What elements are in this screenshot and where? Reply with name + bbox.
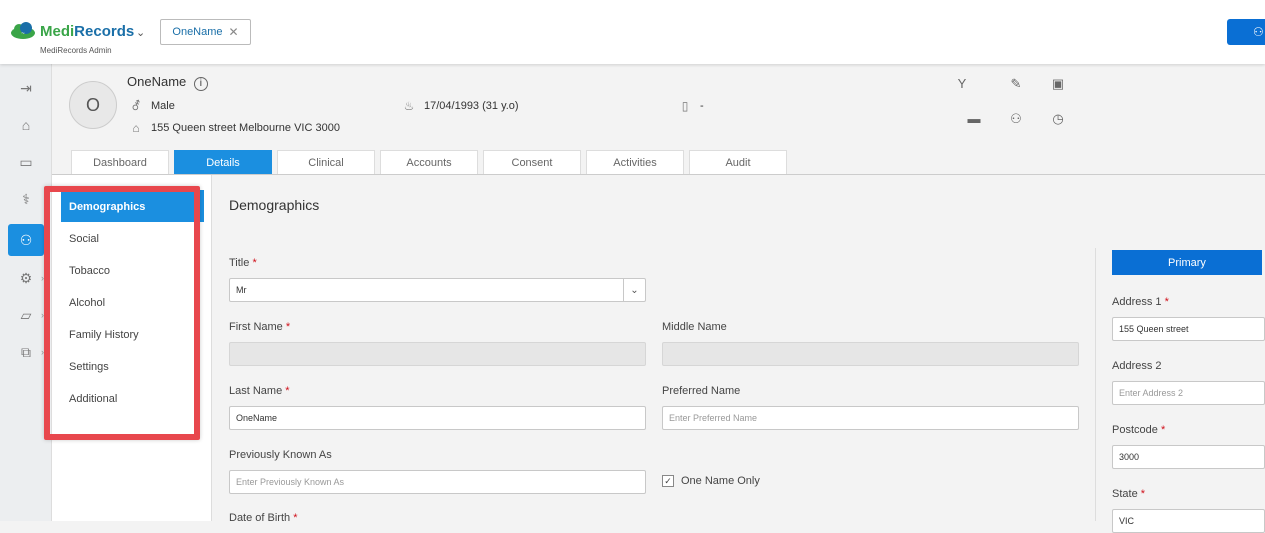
address2-field[interactable]: Enter Address 2 — [1112, 381, 1265, 405]
middle-name-field[interactable] — [662, 342, 1079, 366]
previously-known-field[interactable]: Enter Previously Known As — [229, 470, 646, 494]
tab-accounts[interactable]: Accounts — [380, 150, 478, 174]
home-icon: ⌂ — [132, 121, 140, 135]
one-name-only-label: One Name Only — [681, 475, 760, 487]
first-name-field[interactable] — [229, 342, 646, 366]
address1-label: Address 1 * — [1112, 296, 1169, 308]
appointment-icon[interactable]: ◷ — [1048, 111, 1068, 131]
patient-address: 155 Queen street Melbourne VIC 3000 — [151, 122, 340, 134]
last-name-field[interactable]: OneName — [229, 406, 646, 430]
brand-name-part1: Medi — [40, 22, 75, 40]
middle-name-label: Middle Name — [662, 321, 727, 333]
tab-dashboard[interactable]: Dashboard — [71, 150, 169, 174]
address-row: ⌂ 155 Queen street Melbourne VIC 3000 — [129, 121, 340, 135]
postcode-label-text: Postcode — [1112, 424, 1158, 436]
stethoscope-icon[interactable]: ⚕ — [8, 183, 44, 215]
section-title: Demographics — [229, 197, 320, 213]
required-mark: * — [1140, 488, 1146, 500]
folder-tree-icon[interactable]: ⧉ › — [8, 336, 44, 368]
patient-name: OneName — [127, 74, 187, 89]
brand-name: MediRecords — [40, 23, 134, 40]
contacts-icon[interactable]: ⚇ — [1006, 111, 1026, 131]
patient-gender: Male — [151, 100, 175, 112]
tab-details[interactable]: Details — [174, 150, 272, 174]
last-name-label: Last Name * — [229, 385, 290, 397]
modules-icon[interactable]: ⚙ › — [8, 262, 44, 294]
required-mark: * — [1160, 424, 1166, 436]
home-icon[interactable]: ⌂ — [8, 109, 44, 141]
expand-menu-icon[interactable]: ⇥ — [8, 72, 44, 104]
state-field[interactable]: VIC — [1112, 509, 1265, 533]
one-name-only-checkbox[interactable]: ✓ — [662, 475, 674, 487]
last-name-label-text: Last Name — [229, 385, 283, 397]
required-mark: * — [252, 257, 257, 269]
title-select[interactable]: Mr ⌄ — [229, 278, 646, 302]
cloud-logo-icon: ~ — [11, 22, 35, 39]
brand-subtitle: MediRecords Admin — [40, 46, 112, 55]
address2-label: Address 2 — [1112, 360, 1162, 372]
top-bar: ~ MediRecords ⌄ MediRecords Admin OneNam… — [0, 0, 1265, 64]
first-name-label: First Name * — [229, 321, 290, 333]
preferred-name-field[interactable]: Enter Preferred Name — [662, 406, 1079, 430]
tab-primary-address[interactable]: Primary — [1112, 250, 1262, 275]
close-icon[interactable]: ✕ — [229, 25, 239, 39]
avatar: O — [69, 81, 117, 129]
title-label-text: Title — [229, 257, 250, 269]
open-record-tab-label: OneName — [172, 26, 223, 38]
required-mark: * — [285, 385, 290, 397]
user-icon: ⚇ — [1253, 25, 1264, 39]
required-mark: * — [285, 321, 291, 333]
patient-dob: 17/04/1993 (31 y.o) — [424, 100, 519, 112]
tab-activities[interactable]: Activities — [586, 150, 684, 174]
birthday-cake-icon: ♨ — [403, 99, 415, 113]
dob-row: ♨ 17/04/1993 (31 y.o) — [402, 99, 519, 113]
gender-icon: ⚦ — [130, 99, 142, 113]
state-label: State * — [1112, 488, 1145, 500]
chevron-down-icon[interactable]: ⌄ — [623, 279, 645, 301]
folder-icon[interactable]: ▱ › — [8, 299, 44, 331]
cocktail-icon[interactable]: Y — [952, 76, 972, 96]
open-record-tab[interactable]: OneName ✕ — [160, 19, 251, 45]
tab-clinical[interactable]: Clinical — [277, 150, 375, 174]
brand-logo[interactable]: ~ MediRecords — [10, 22, 134, 40]
patients-icon[interactable]: ⚇ — [8, 224, 44, 256]
title-label: Title * — [229, 257, 257, 269]
tab-consent[interactable]: Consent — [483, 150, 581, 174]
svg-text:~: ~ — [21, 31, 25, 37]
address1-label-text: Address 1 — [1112, 296, 1162, 308]
dob-label: Date of Birth * — [229, 512, 297, 524]
brand-name-part2: Records — [74, 22, 135, 40]
user-menu-button[interactable]: ⚇ — [1227, 19, 1265, 45]
mobile-phone-icon: ▯ — [681, 99, 689, 113]
patient-name-row: OneName i — [127, 74, 208, 91]
preferred-name-label: Preferred Name — [662, 385, 741, 397]
required-mark: * — [1164, 296, 1169, 308]
first-name-label-text: First Name — [229, 321, 283, 333]
highlight-box — [44, 186, 200, 440]
chevron-down-icon[interactable]: ⌄ — [136, 26, 145, 39]
state-label-text: State — [1112, 488, 1138, 500]
phone-row: ▯ - — [678, 99, 704, 113]
required-mark: * — [293, 512, 298, 524]
previously-known-label: Previously Known As — [229, 449, 332, 461]
postcode-field[interactable]: 3000 — [1112, 445, 1265, 469]
info-icon[interactable]: i — [193, 77, 208, 91]
patient-tabs: Dashboard Details Clinical Accounts Cons… — [71, 150, 792, 174]
column-divider — [1095, 248, 1096, 521]
patient-phone: - — [700, 100, 704, 112]
dob-label-text: Date of Birth — [229, 512, 291, 524]
tab-audit[interactable]: Audit — [689, 150, 787, 174]
postcode-label: Postcode * — [1112, 424, 1165, 436]
address1-field[interactable]: 155 Queen street — [1112, 317, 1265, 341]
demographics-panel: Demographics Title * Mr ⌄ First Name * M… — [213, 175, 1265, 533]
credit-card-icon[interactable]: ▬ — [964, 111, 984, 131]
gender-row: ⚦ Male — [129, 99, 175, 113]
syringe-icon[interactable]: ✎ — [1006, 76, 1026, 96]
title-select-value: Mr — [236, 285, 247, 295]
calendar-icon[interactable]: ▭ — [8, 146, 44, 178]
hospital-icon[interactable]: ▣ — [1048, 76, 1068, 96]
